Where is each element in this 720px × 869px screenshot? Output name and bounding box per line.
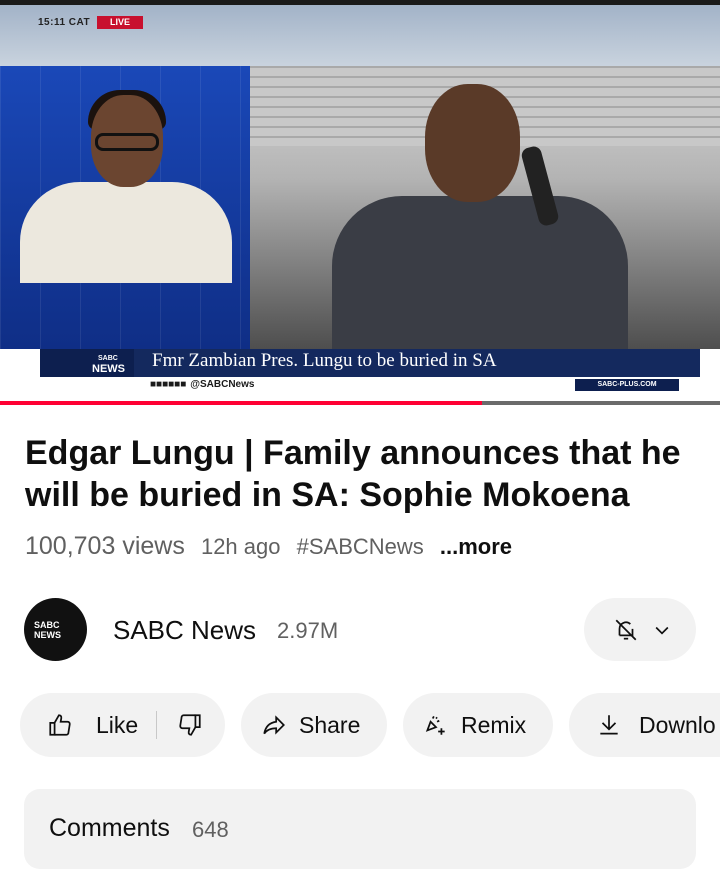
dislike-button[interactable] — [157, 693, 225, 757]
channel-name[interactable]: SABC News — [113, 615, 256, 646]
remix-icon — [425, 715, 445, 735]
anchor-figure — [20, 182, 232, 283]
lower-third-headline: Fmr Zambian Pres. Lungu to be buried in … — [152, 350, 497, 371]
comments-section[interactable]: Comments 648 — [24, 789, 696, 869]
sabc-news-logo: SABC NEWS — [40, 349, 134, 377]
site-badge: SABC-PLUS.COM — [575, 379, 679, 391]
thumbs-up-icon — [49, 714, 71, 736]
video-meta[interactable]: 100,703 views 12h ago #SABCNews ...more — [25, 532, 512, 561]
download-button[interactable]: Downlo — [569, 693, 720, 757]
progress-bar[interactable] — [0, 401, 483, 405]
remix-button[interactable]: Remix — [403, 693, 553, 757]
anchor-glasses — [95, 133, 159, 151]
comments-count: 648 — [192, 817, 229, 842]
hashtag-link[interactable]: #SABCNews — [297, 534, 424, 559]
chevron-down-icon — [655, 626, 669, 635]
lower-third: SABC NEWS Fmr Zambian Pres. Lungu to be … — [0, 349, 720, 407]
more-link[interactable]: ...more — [440, 534, 512, 559]
live-badge: LIVE — [97, 16, 143, 29]
action-bar: Like Share Remix Downlo — [20, 693, 720, 757]
comments-heading: Comments — [49, 814, 170, 842]
share-button[interactable]: Share — [241, 693, 387, 757]
upload-age: 12h ago — [200, 534, 281, 559]
top-banner: 15:11 CAT LIVE — [0, 0, 720, 66]
top-stripe — [0, 0, 720, 5]
share-icon — [263, 715, 285, 735]
like-button[interactable]: Like — [20, 693, 156, 757]
subscriber-count: 2.97M — [277, 618, 339, 643]
speaker-frame — [250, 66, 720, 349]
speaker-face — [425, 84, 520, 202]
social-handle: @SABCNews — [190, 379, 255, 390]
thumbs-down-icon — [179, 714, 201, 736]
view-count: 100,703 views — [25, 532, 185, 560]
video-player[interactable]: 15:11 CAT LIVE SABC NEWS Fmr Zambian Pre… — [0, 0, 720, 407]
video-title: Edgar Lungu | Family announces that he w… — [25, 434, 681, 514]
avatar[interactable]: SABC NEWS — [24, 598, 87, 661]
like-label: Like — [96, 712, 139, 738]
download-icon — [600, 715, 618, 735]
share-label: Share — [299, 712, 361, 738]
download-label: Downlo — [639, 712, 716, 738]
like-dislike-group: Like — [20, 693, 225, 757]
speaker-figure — [332, 196, 628, 349]
channel-row: SABC NEWS SABC News 2.97M — [24, 598, 704, 661]
bell-off-icon — [615, 619, 637, 641]
broadcast-time: 15:11 CAT — [38, 17, 91, 28]
remix-label: Remix — [461, 712, 527, 738]
social-row: ■■■■■■ @SABCNews — [150, 379, 254, 390]
notification-settings-button[interactable] — [584, 598, 696, 661]
social-icons: ■■■■■■ — [150, 379, 187, 390]
